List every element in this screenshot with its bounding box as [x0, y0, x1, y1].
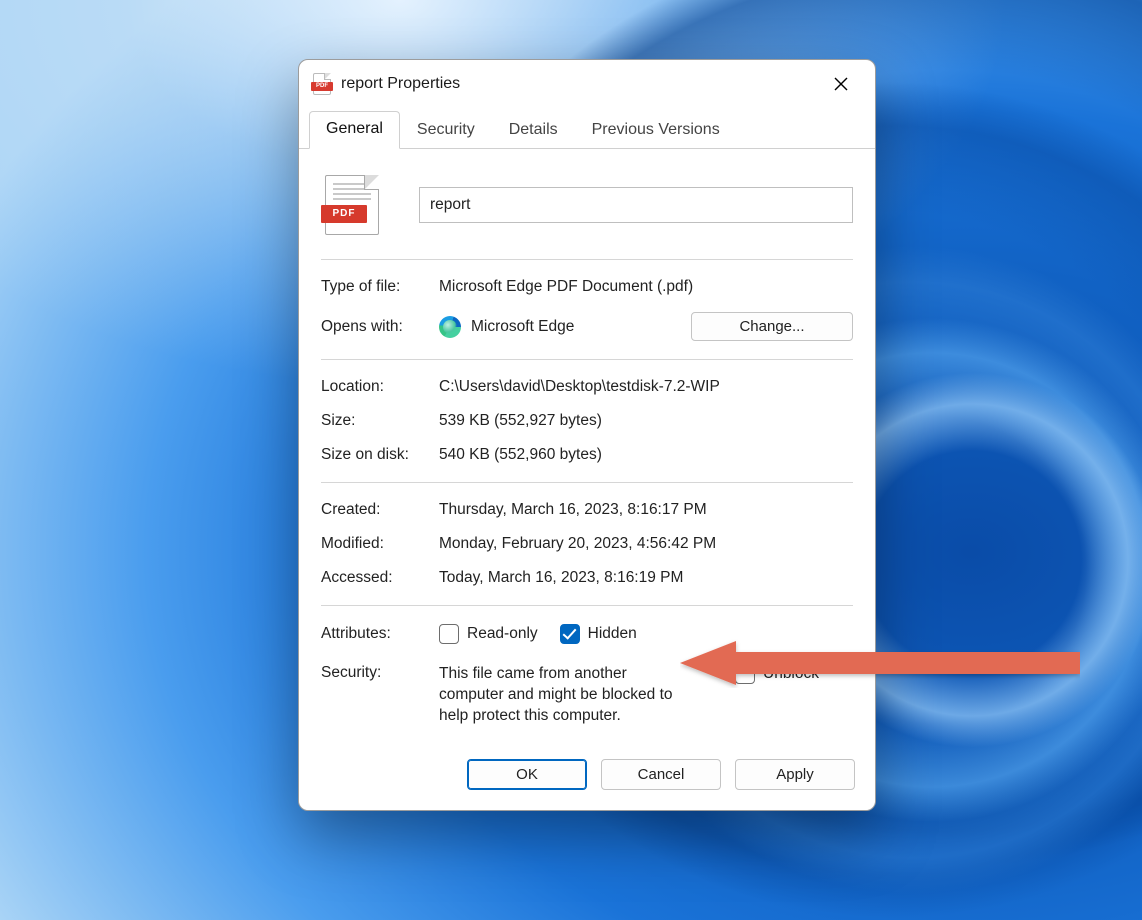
titlebar[interactable]: PDF report Properties — [299, 60, 875, 108]
close-button[interactable] — [819, 68, 863, 100]
readonly-text: Read-only — [467, 625, 538, 643]
divider — [321, 482, 853, 483]
created-label: Created: — [321, 501, 439, 519]
type-label: Type of file: — [321, 278, 439, 296]
size-label: Size: — [321, 412, 439, 430]
pdf-file-icon: PDF — [313, 73, 331, 95]
readonly-option[interactable]: Read-only — [439, 624, 538, 644]
unblock-checkbox[interactable] — [735, 664, 755, 684]
unblock-option[interactable]: Unblock — [735, 664, 819, 684]
divider — [321, 259, 853, 260]
modified-value: Monday, February 20, 2023, 4:56:42 PM — [439, 535, 716, 553]
cancel-button[interactable]: Cancel — [601, 759, 721, 790]
tab-details[interactable]: Details — [492, 112, 575, 149]
size-on-disk-label: Size on disk: — [321, 446, 439, 464]
location-label: Location: — [321, 378, 439, 396]
tab-general[interactable]: General — [309, 111, 400, 149]
location-value: C:\Users\david\Desktop\testdisk-7.2-WIP — [439, 378, 720, 396]
type-value: Microsoft Edge PDF Document (.pdf) — [439, 278, 693, 296]
security-label: Security: — [321, 664, 439, 682]
properties-dialog: PDF report Properties General Security D… — [298, 59, 876, 811]
attributes-label: Attributes: — [321, 625, 439, 643]
tab-previous-versions[interactable]: Previous Versions — [575, 112, 737, 149]
close-icon — [834, 77, 848, 91]
hidden-checkbox[interactable] — [560, 624, 580, 644]
divider — [321, 605, 853, 606]
modified-label: Modified: — [321, 535, 439, 553]
tab-strip: General Security Details Previous Versio… — [299, 110, 875, 149]
ok-button[interactable]: OK — [467, 759, 587, 790]
opens-with-value: Microsoft Edge — [471, 318, 574, 336]
apply-button[interactable]: Apply — [735, 759, 855, 790]
accessed-value: Today, March 16, 2023, 8:16:19 PM — [439, 569, 683, 587]
hidden-option[interactable]: Hidden — [560, 624, 637, 644]
edge-icon — [439, 316, 461, 338]
opens-with-label: Opens with: — [321, 318, 439, 336]
hidden-text: Hidden — [588, 625, 637, 643]
general-panel: PDF Type of file: Microsoft Edge PDF Doc… — [299, 149, 875, 743]
pdf-large-icon: PDF — [325, 175, 379, 235]
readonly-checkbox[interactable] — [439, 624, 459, 644]
divider — [321, 359, 853, 360]
unblock-text: Unblock — [763, 665, 819, 683]
size-on-disk-value: 540 KB (552,960 bytes) — [439, 446, 602, 464]
change-app-button[interactable]: Change... — [691, 312, 853, 341]
size-value: 539 KB (552,927 bytes) — [439, 412, 602, 430]
window-title: report Properties — [341, 75, 460, 93]
security-text: This file came from another computer and… — [439, 664, 689, 727]
dialog-footer: OK Cancel Apply — [299, 743, 875, 810]
accessed-label: Accessed: — [321, 569, 439, 587]
filename-input[interactable] — [419, 187, 853, 223]
tab-security[interactable]: Security — [400, 112, 492, 149]
created-value: Thursday, March 16, 2023, 8:16:17 PM — [439, 501, 707, 519]
